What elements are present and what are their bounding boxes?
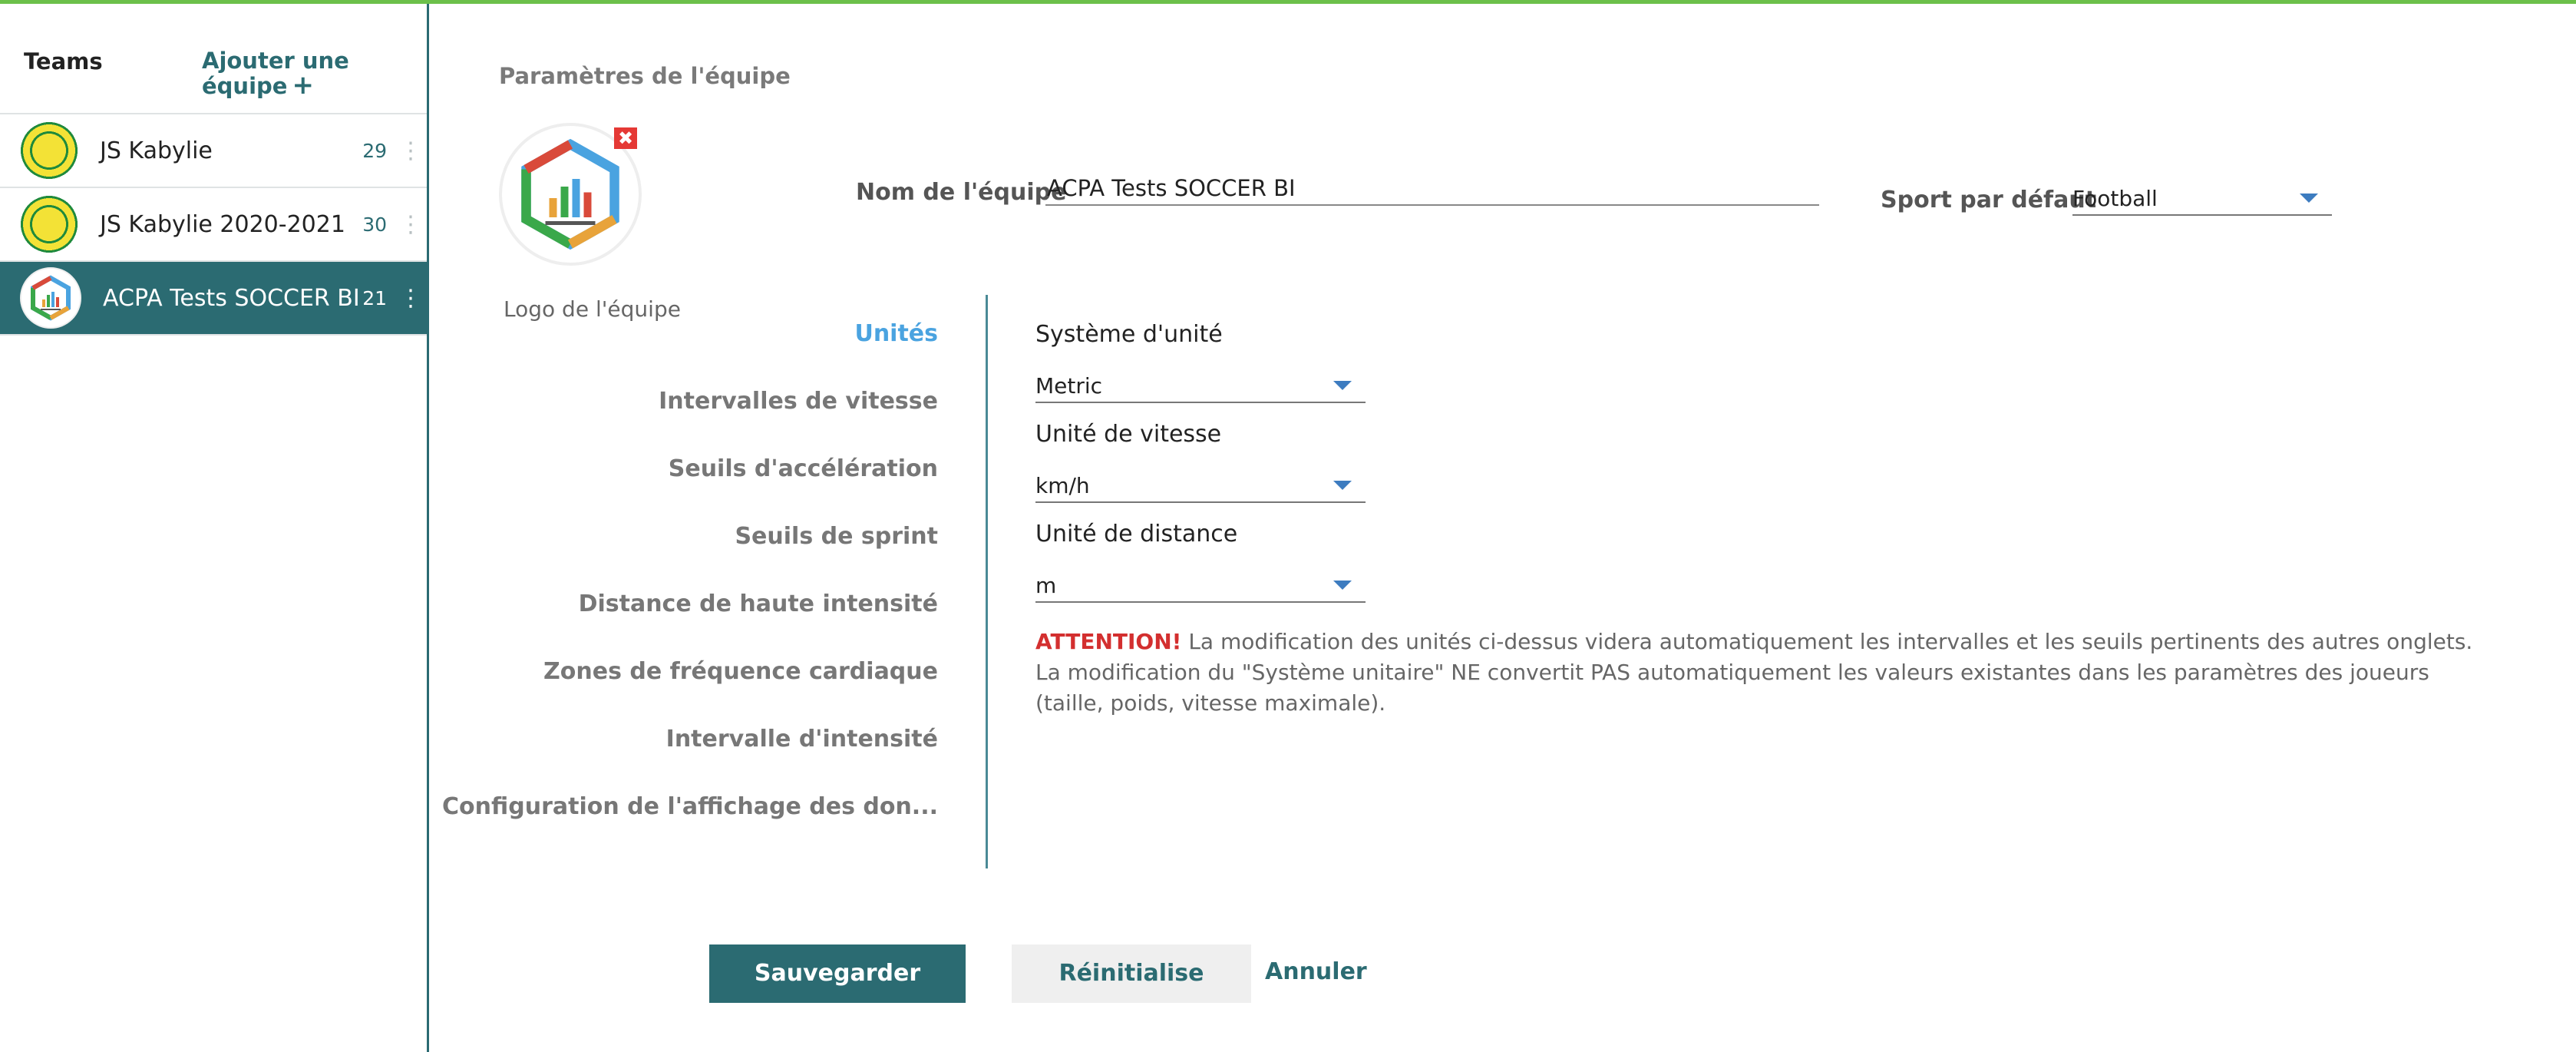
chevron-down-icon	[2300, 194, 2318, 203]
team-item-js-kabylie[interactable]: JS Kabylie 29 ⋮	[0, 113, 427, 187]
more-options-icon[interactable]: ⋮	[399, 211, 422, 238]
tab-data-display-config[interactable]: Configuration de l'affichage des don...	[442, 793, 938, 820]
acpa-logo-icon	[521, 138, 619, 250]
warning-attention-label: ATTENTION!	[1035, 629, 1182, 654]
warning-line-2: La modification du "Système unitaire" NE…	[1035, 660, 2429, 716]
teams-sidebar: Teams Ajouter une équipe + JS Kabylie 29 …	[0, 4, 429, 1052]
tab-acceleration-thresholds[interactable]: Seuils d'accélération	[669, 455, 938, 482]
sidebar-heading: Teams	[24, 48, 103, 74]
distance-unit-label: Unité de distance	[1035, 521, 1238, 548]
unit-system-select[interactable]: Metric	[1035, 373, 1366, 403]
cancel-button[interactable]: Annuler	[1265, 944, 1367, 1003]
chevron-down-icon	[1333, 481, 1352, 490]
add-team-label: Ajouter une équipe	[202, 48, 349, 99]
default-sport-select[interactable]: Football	[2072, 186, 2332, 216]
unit-system-label: Système d'unité	[1035, 321, 1223, 348]
tab-units[interactable]: Unités	[854, 320, 938, 347]
tab-sprint-thresholds[interactable]: Seuils de sprint	[735, 523, 938, 550]
unit-system-value: Metric	[1035, 373, 1103, 399]
reset-button[interactable]: Réinitialise	[1012, 944, 1251, 1003]
team-logo-acpa	[20, 267, 81, 329]
more-options-icon[interactable]: ⋮	[399, 285, 422, 312]
team-name-input[interactable]	[1045, 175, 1819, 206]
default-sport-value: Football	[2072, 186, 2158, 211]
save-button[interactable]: Sauvegarder	[709, 944, 966, 1003]
chevron-down-icon	[1333, 581, 1352, 590]
page-title: Paramètres de l'équipe	[499, 63, 791, 89]
acpa-logo-icon	[31, 275, 71, 321]
add-team-button[interactable]: Ajouter une équipe +	[202, 48, 386, 98]
speed-unit-select[interactable]: km/h	[1035, 473, 1366, 503]
team-name: JS Kabylie 2020-2021	[100, 210, 345, 238]
warning-line-1: La modification des unités ci-dessus vid…	[1181, 629, 2473, 654]
speed-unit-label: Unité de vitesse	[1035, 421, 1222, 448]
team-logo-jsk	[20, 121, 78, 180]
team-item-acpa-tests-soccer-bi[interactable]: ACPA Tests SOCCER BI 21 ⋮	[0, 260, 427, 336]
team-item-js-kabylie-2020-2021[interactable]: JS Kabylie 2020-2021 30 ⋮	[0, 187, 427, 260]
units-warning: ATTENTION! La modification des unités ci…	[1035, 627, 2479, 719]
tab-speed-intervals[interactable]: Intervalles de vitesse	[659, 388, 938, 415]
tab-high-intensity-distance[interactable]: Distance de haute intensité	[579, 591, 938, 617]
speed-unit-value: km/h	[1035, 473, 1090, 498]
more-options-icon[interactable]: ⋮	[399, 137, 422, 164]
team-name: JS Kabylie	[100, 137, 213, 164]
team-player-count: 29	[362, 139, 387, 162]
distance-unit-select[interactable]: m	[1035, 573, 1366, 603]
team-name: ACPA Tests SOCCER BI	[103, 284, 360, 312]
distance-unit-value: m	[1035, 573, 1057, 598]
tabs-divider	[986, 295, 988, 868]
tab-heart-rate-zones[interactable]: Zones de fréquence cardiaque	[543, 658, 938, 685]
plus-icon: +	[292, 70, 314, 101]
chevron-down-icon	[1333, 381, 1352, 390]
team-list: JS Kabylie 29 ⋮ JS Kabylie 2020-2021 30 …	[0, 113, 427, 336]
team-player-count: 21	[362, 286, 387, 309]
team-logo-jsk	[20, 195, 78, 253]
team-logo-label: Logo de l'équipe	[504, 296, 681, 322]
default-sport-label: Sport par défaut	[1881, 187, 2097, 213]
team-player-count: 30	[362, 213, 387, 236]
remove-logo-icon[interactable]: ✖	[614, 127, 637, 149]
tab-intensity-interval[interactable]: Intervalle d'intensité	[666, 726, 938, 753]
team-name-label: Nom de l'équipe	[856, 179, 1067, 206]
